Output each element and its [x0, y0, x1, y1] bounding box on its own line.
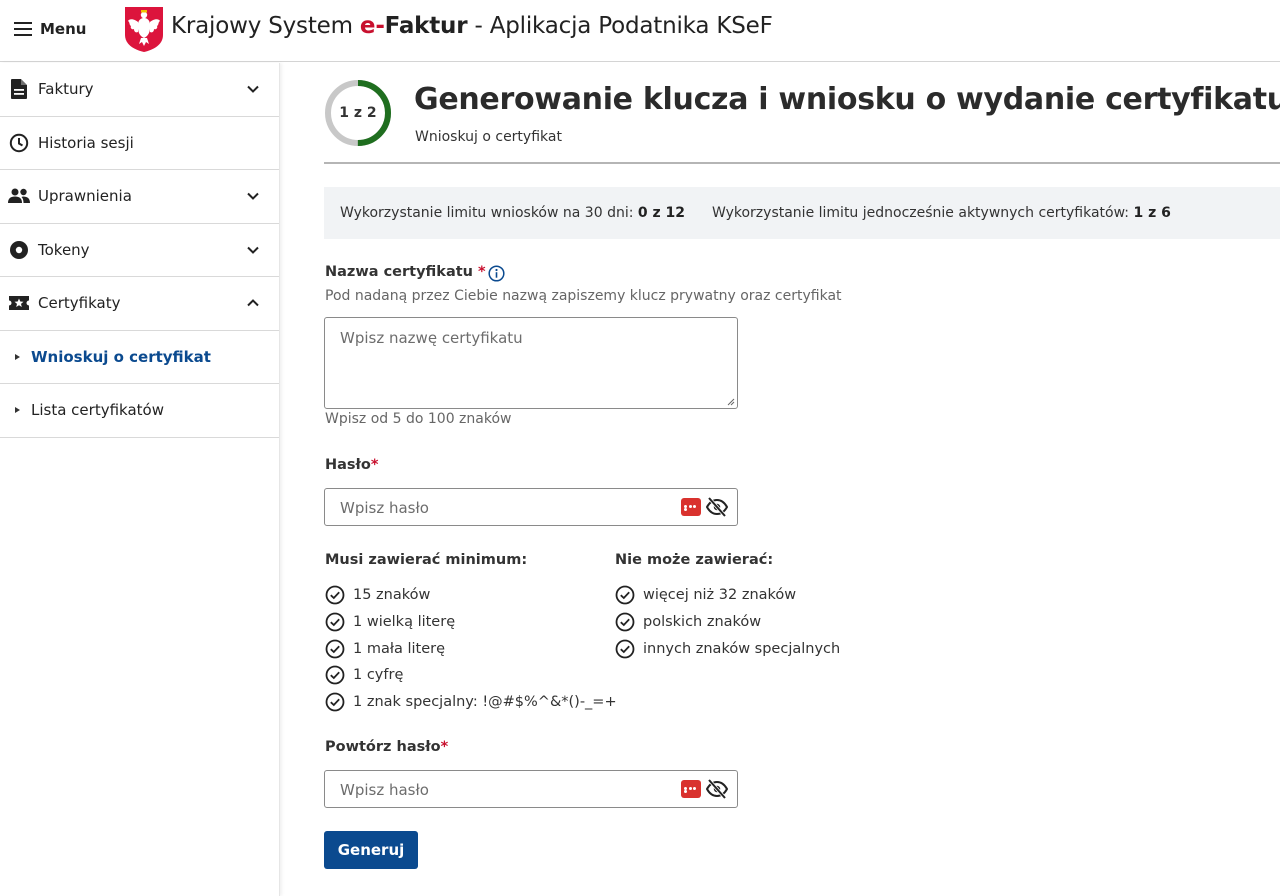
required-mark: * [370, 457, 379, 473]
page-subtitle: Wnioskuj o certyfikat [415, 129, 562, 145]
app-title-e: e- [359, 13, 385, 39]
sidebar-item-historia-sesji[interactable]: Historia sesji [0, 117, 279, 170]
step-indicator-text: 1 z 2 [339, 105, 377, 121]
active-limit: Wykorzystanie limitu jednocześnie aktywn… [712, 205, 1171, 221]
must-not-contain-rule: innych znaków specjalnych [615, 638, 840, 660]
menu-label: Menu [40, 20, 87, 38]
sidebar: Faktury Historia sesji Uprawnienia Token… [0, 63, 280, 896]
sidebar-subitem-label: Wnioskuj o certyfikat [31, 347, 211, 366]
must-contain-rule: 1 cyfrę [325, 664, 403, 686]
repeat-password-input[interactable]: Wpisz hasło [324, 770, 738, 808]
check-circle-icon [325, 665, 345, 685]
monthly-limit-value: 0 z 12 [637, 205, 686, 221]
required-mark: * [440, 739, 449, 755]
cert-name-label: Nazwa certyfikatu * [325, 264, 486, 280]
password-manager-icon[interactable] [681, 780, 701, 798]
monthly-limit: Wykorzystanie limitu wniosków na 30 dni:… [340, 205, 685, 221]
cert-name-textarea[interactable]: Wpisz nazwę certyfikatu [324, 317, 738, 409]
rule-text: 1 mała literę [353, 641, 446, 657]
page-title: Generowanie klucza i wniosku o wydanie c… [414, 82, 1280, 117]
eye-slash-icon[interactable] [706, 779, 728, 799]
generate-button[interactable]: Generuj [324, 831, 418, 869]
sidebar-item-uprawnienia[interactable]: Uprawnienia [0, 170, 279, 224]
rule-text: 1 wielką literę [353, 614, 456, 630]
sidebar-item-label: Certyfikaty [38, 294, 121, 313]
eye-slash-icon[interactable] [706, 497, 728, 517]
token-icon [8, 239, 30, 261]
must-not-contain-title: Nie może zawierać: [615, 552, 774, 568]
password-input[interactable]: Wpisz hasło [324, 488, 738, 526]
resize-grip-icon[interactable] [727, 398, 735, 406]
clock-icon [8, 132, 30, 154]
document-icon [8, 78, 30, 100]
chevron-down-icon [247, 246, 259, 254]
must-contain-rule: 1 znak specjalny: !@#$%^&*()-_=+ [325, 691, 617, 713]
active-limit-value: 1 z 6 [1133, 205, 1171, 221]
limits-info-bar: Wykorzystanie limitu wniosków na 30 dni:… [324, 187, 1280, 239]
check-circle-icon [615, 612, 635, 632]
sidebar-item-label: Uprawnienia [38, 187, 132, 206]
cert-name-label-text: Nazwa certyfikatu [325, 264, 473, 280]
cert-name-help: Pod nadaną przez Ciebie nazwą zapiszemy … [325, 288, 842, 304]
check-circle-icon [615, 585, 635, 605]
cert-name-length-hint: Wpisz od 5 do 100 znaków [325, 411, 512, 427]
app-header: Menu Krajowy System e-Faktur - Aplikacja… [0, 0, 1280, 62]
must-contain-rule: 15 znaków [325, 584, 430, 606]
sidebar-subitem-wnioskuj[interactable]: Wnioskuj o certyfikat [0, 331, 279, 384]
sidebar-item-label: Faktury [38, 80, 94, 99]
required-mark: * [478, 264, 486, 280]
app-title-prefix: Krajowy System [171, 13, 360, 39]
password-label: Hasło* [325, 457, 379, 473]
check-circle-icon [325, 639, 345, 659]
password-label-text: Hasło [325, 457, 371, 473]
people-icon [8, 185, 30, 207]
title-divider [324, 162, 1280, 164]
rule-text: więcej niż 32 znaków [643, 587, 797, 603]
menu-button[interactable]: Menu [14, 17, 86, 41]
app-title-faktur: Faktur [384, 13, 468, 39]
repeat-password-label: Powtórz hasło* [325, 739, 448, 755]
chevron-down-icon [247, 86, 259, 94]
polish-eagle-emblem-icon [125, 7, 163, 52]
password-manager-icon[interactable] [681, 498, 701, 516]
chevron-down-icon [247, 193, 259, 201]
rule-text: polskich znaków [643, 614, 762, 630]
app-title: Krajowy System e-Faktur - Aplikacja Poda… [171, 13, 773, 39]
sidebar-subitem-lista-certyfikatow[interactable]: Lista certyfikatów [0, 384, 279, 438]
cert-name-placeholder: Wpisz nazwę certyfikatu [340, 329, 523, 347]
repeat-password-placeholder: Wpisz hasło [340, 781, 429, 799]
repeat-password-label-text: Powtórz hasło [325, 739, 441, 755]
bullet-triangle-icon [15, 353, 20, 360]
certificate-icon [8, 292, 30, 314]
password-placeholder: Wpisz hasło [340, 499, 429, 517]
sidebar-item-tokeny[interactable]: Tokeny [0, 224, 279, 277]
sidebar-item-certyfikaty[interactable]: Certyfikaty [0, 277, 279, 331]
must-contain-rule: 1 wielką literę [325, 611, 455, 633]
sidebar-item-label: Historia sesji [38, 133, 134, 152]
rule-text: innych znaków specjalnych [643, 641, 841, 657]
check-circle-icon [325, 692, 345, 712]
must-not-contain-rule: polskich znaków [615, 611, 761, 633]
must-contain-rule: 1 mała literę [325, 638, 445, 660]
check-circle-icon [325, 612, 345, 632]
sidebar-item-faktury[interactable]: Faktury [0, 63, 279, 117]
info-icon[interactable] [488, 265, 505, 282]
must-not-contain-rule: więcej niż 32 znaków [615, 584, 796, 606]
rule-text: 1 cyfrę [353, 667, 404, 683]
rule-text: 1 znak specjalny: !@#$%^&*()-_=+ [353, 694, 617, 710]
monthly-limit-label: Wykorzystanie limitu wniosków na 30 dni: [340, 205, 638, 221]
active-limit-label: Wykorzystanie limitu jednocześnie aktywn… [712, 205, 1134, 221]
chevron-up-icon [247, 299, 259, 307]
app-title-suffix: - Aplikacja Podatnika KSeF [467, 13, 773, 39]
check-circle-icon [325, 585, 345, 605]
sidebar-subitem-label: Lista certyfikatów [31, 401, 164, 420]
hamburger-icon [14, 22, 32, 36]
rule-text: 15 znaków [353, 587, 431, 603]
must-contain-title: Musi zawierać minimum: [325, 552, 528, 568]
check-circle-icon [615, 639, 635, 659]
bullet-triangle-icon [15, 407, 20, 414]
sidebar-item-label: Tokeny [38, 240, 90, 259]
